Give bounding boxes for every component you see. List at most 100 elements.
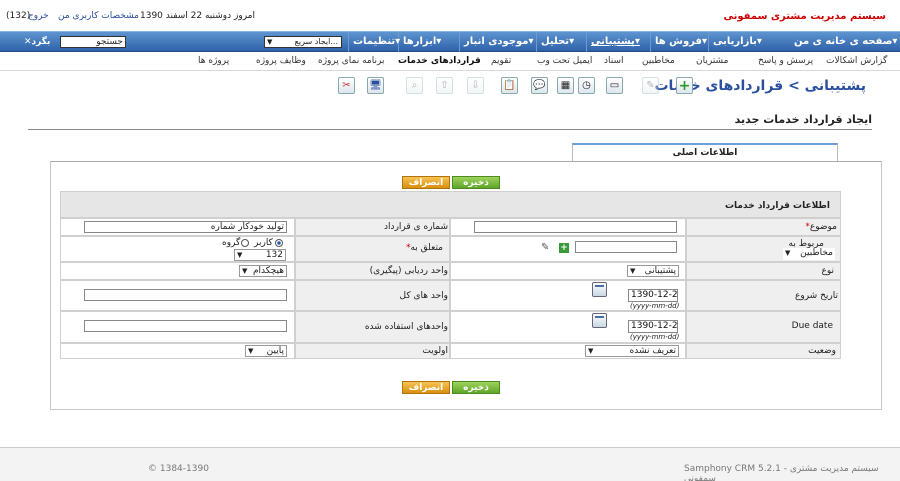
export-icon: ⇧	[436, 77, 453, 94]
priority-select-label: پایین	[266, 346, 284, 356]
section-title: اطلاعات قرارداد خدمات	[725, 201, 830, 211]
subnav-bug-reports[interactable]: گزارش اشکالات	[826, 56, 887, 66]
tools-icon: ✕	[24, 37, 32, 47]
related-to-select[interactable]: ▼ مخاطبین	[783, 248, 835, 260]
subject-label: *موضوع	[805, 222, 837, 232]
subnav-documents[interactable]: اسناد	[604, 56, 624, 66]
footer-copyright: © 1384-1390	[148, 464, 209, 474]
subnav-contacts[interactable]: مخاطبین	[642, 56, 675, 66]
start-date-label: تاریخ شروع	[795, 291, 838, 301]
used-units-input[interactable]	[84, 320, 287, 332]
add-related-icon[interactable]: +	[559, 243, 569, 253]
window-icon[interactable]: ▭	[606, 77, 623, 94]
tracking-unit-select[interactable]: ▼ هیچکدام	[239, 265, 287, 277]
nav-home[interactable]: صفحه ی خانه ی من▾	[790, 32, 900, 52]
subnav-projects[interactable]: پروژه ها	[198, 56, 229, 66]
radio-user-label: کاربر	[254, 238, 273, 248]
priority-select[interactable]: ▼ پایین	[245, 345, 287, 357]
subnav-calendar[interactable]: تقویم	[491, 56, 511, 66]
type-select-label: پشتیبانی	[644, 266, 676, 276]
status-label: وضعیت	[808, 346, 836, 356]
main-nav: صفحه ی خانه ی من▾ بازاریابی▾ فروش ها▾ پش…	[0, 31, 900, 52]
chat-icon[interactable]: 💬	[531, 77, 548, 94]
clear-related-icon[interactable]: ✎	[541, 242, 549, 253]
calendar-icon[interactable]	[592, 282, 607, 297]
quick-create-label: ایجاد سریع...	[294, 37, 338, 46]
related-to-input[interactable]	[575, 241, 677, 253]
search-button-label: بگرد	[31, 37, 51, 47]
start-date-input[interactable]: 1390-12-22	[628, 289, 678, 302]
tracking-unit-select-label: هیچکدام	[252, 266, 284, 276]
chevron-down-icon: ▼	[237, 251, 243, 259]
add-icon[interactable]: +	[676, 77, 693, 94]
subnav-accounts[interactable]: مشتریان	[696, 56, 728, 66]
search-button[interactable]: ✕بگرد	[24, 35, 60, 49]
cancel-button-bottom[interactable]: انصراف	[402, 381, 450, 394]
save-button-bottom[interactable]: ذخیره	[452, 381, 500, 394]
tab-main-info[interactable]: اطلاعات اصلی	[572, 143, 838, 162]
search-input[interactable]: جستجو	[60, 36, 126, 48]
tracking-unit-label: واحد ردیابی (پیگیری)	[369, 266, 448, 276]
tools-settings-icon[interactable]: ✂	[338, 77, 355, 94]
contract-no-label: شماره ی قرارداد	[384, 222, 448, 232]
page-title: ایجاد قرارداد خدمات جدید	[734, 113, 872, 126]
subnav-project-plan[interactable]: برنامه نمای پروژه	[318, 56, 384, 66]
monitor-icon[interactable]: 🖥	[367, 77, 384, 94]
nav-marketing[interactable]: بازاریابی▾	[708, 32, 766, 52]
status-select[interactable]: ▼ تعریف نشده	[585, 345, 679, 357]
chevron-down-icon: ▼	[267, 38, 273, 46]
subnav-webmail[interactable]: ایمیل تحت وب	[537, 56, 592, 66]
due-date-label: Due date	[791, 321, 833, 331]
due-date-input[interactable]: 1390-12-22	[628, 320, 678, 333]
chevron-down-icon: ▼	[588, 347, 594, 355]
subnav-divider	[0, 70, 900, 71]
radio-group-label: گروه	[222, 238, 241, 248]
subject-input[interactable]	[474, 221, 677, 233]
nav-settings[interactable]: تنظیمات▾	[348, 32, 404, 52]
user-settings-link[interactable]: مشخصات کاربری من	[58, 11, 139, 21]
related-to-select-label: مخاطبین	[800, 248, 833, 258]
contract-no-input[interactable]: تولید خودکار شماره	[84, 221, 287, 233]
chevron-down-icon: ▼	[785, 249, 791, 257]
save-button-top[interactable]: ذخیره	[452, 176, 500, 189]
total-units-label: واحد های کل	[399, 291, 449, 301]
logout-link[interactable]: خروج	[28, 11, 49, 21]
start-date-hint: (yyyy-mm-dd)	[630, 302, 680, 310]
nav-support[interactable]: پشتیبانی▾	[586, 32, 644, 52]
edit-icon: ✎	[642, 77, 659, 94]
chevron-down-icon: ▼	[630, 267, 636, 275]
total-units-input[interactable]	[84, 289, 287, 301]
find-duplicates-icon: ⌕	[406, 77, 423, 94]
subnav-project-tasks[interactable]: وظایف پروژه	[256, 56, 306, 66]
clipboard-icon[interactable]: 📋	[501, 77, 518, 94]
calculator-icon[interactable]: ▦	[557, 77, 574, 94]
calendar-icon[interactable]	[592, 313, 607, 328]
chevron-down-icon: ▼	[242, 267, 248, 275]
brand-title: سیستم مدیریت مشتری سمفونی	[723, 11, 886, 22]
import-icon: ⇩	[467, 77, 484, 94]
nav-inventory[interactable]: موجودی انبار▾	[459, 32, 538, 52]
radio-group[interactable]	[241, 239, 249, 247]
title-divider	[28, 129, 872, 130]
assigned-to-label: *متعلق به	[405, 243, 443, 253]
cancel-button-top[interactable]: انصراف	[402, 176, 450, 189]
radio-user[interactable]	[275, 239, 283, 247]
assigned-user-select-label: 132	[265, 250, 283, 260]
quick-create-select[interactable]: ایجاد سریع... ▼	[264, 36, 342, 48]
chevron-down-icon: ▼	[248, 347, 254, 355]
nav-sales[interactable]: فروش ها▾	[650, 32, 711, 52]
due-date-hint: (yyyy-mm-dd)	[630, 333, 680, 341]
type-select[interactable]: ▼ پشتیبانی	[627, 265, 679, 277]
used-units-label: واحدهای استفاده شده	[364, 322, 448, 332]
nav-analytics[interactable]: تحلیل▾	[536, 32, 578, 52]
assigned-user-select[interactable]: ▼ 132	[234, 249, 286, 261]
type-label-cell	[686, 262, 841, 280]
subnav-service-contracts[interactable]: قراردادهای خدمات	[398, 56, 481, 66]
status-select-label: تعریف نشده	[629, 346, 676, 356]
section-header: اطلاعات قرارداد خدمات	[60, 191, 841, 218]
nav-tools[interactable]: ابزارها▾	[398, 32, 445, 52]
subnav-faq[interactable]: پرسش و پاسخ	[758, 56, 813, 66]
footer-product: Samphony CRM 5.2.1 - سیستم مدیریت مشتری …	[684, 464, 879, 481]
count-badge: (132)	[6, 11, 31, 21]
clock-icon[interactable]: ◷	[578, 77, 595, 94]
